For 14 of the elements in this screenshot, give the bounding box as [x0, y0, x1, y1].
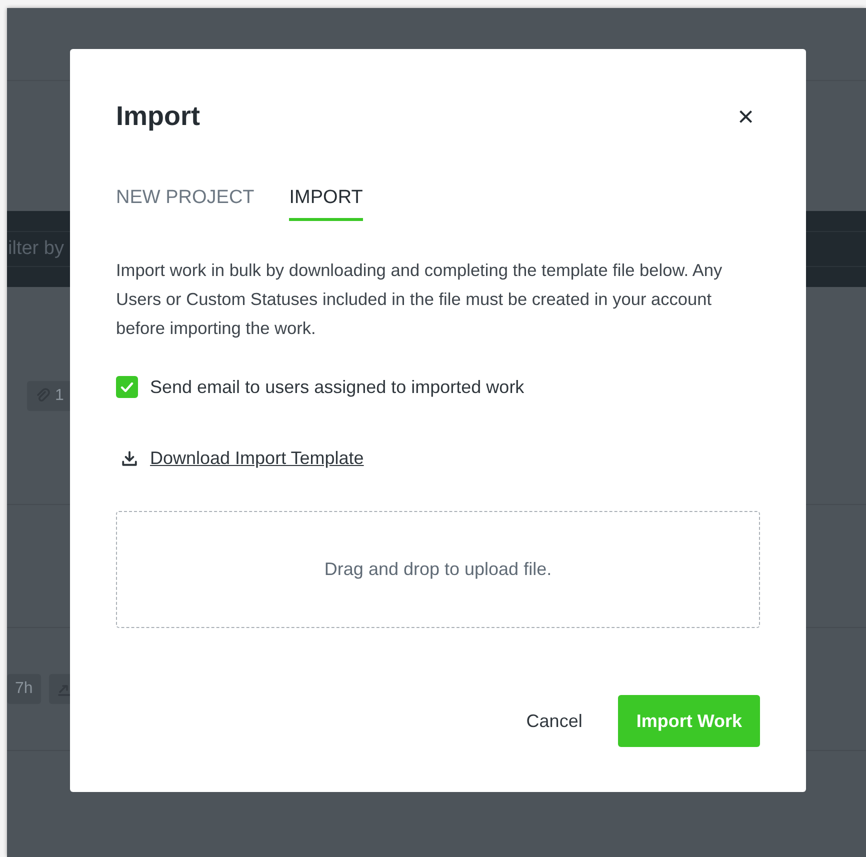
email-checkbox[interactable]: [116, 376, 138, 398]
tab[interactable]: IMPORT: [289, 187, 363, 221]
tab[interactable]: NEW PROJECT: [116, 187, 254, 221]
checkbox-label: Send email to users assigned to imported work: [150, 376, 524, 398]
close-button[interactable]: ×: [732, 102, 760, 130]
time-chip: 7h: [7, 674, 41, 704]
dropzone-hint: Drag and drop to upload file.: [324, 559, 552, 580]
attachment-count: 1: [55, 386, 64, 404]
download-icon: [121, 450, 138, 467]
description-text: Import work in bulk by downloading and completing the template file below. Any Users or Custom Statuses included in the file must be created in your account before importing the work.: [116, 259, 724, 340]
file-dropzone[interactable]: Drag and drop to upload file.: [116, 511, 760, 628]
filter-label: ilter by: [7, 238, 64, 260]
dialog-title: Import: [116, 101, 200, 132]
download-template-link[interactable]: Download Import Template: [150, 448, 364, 469]
